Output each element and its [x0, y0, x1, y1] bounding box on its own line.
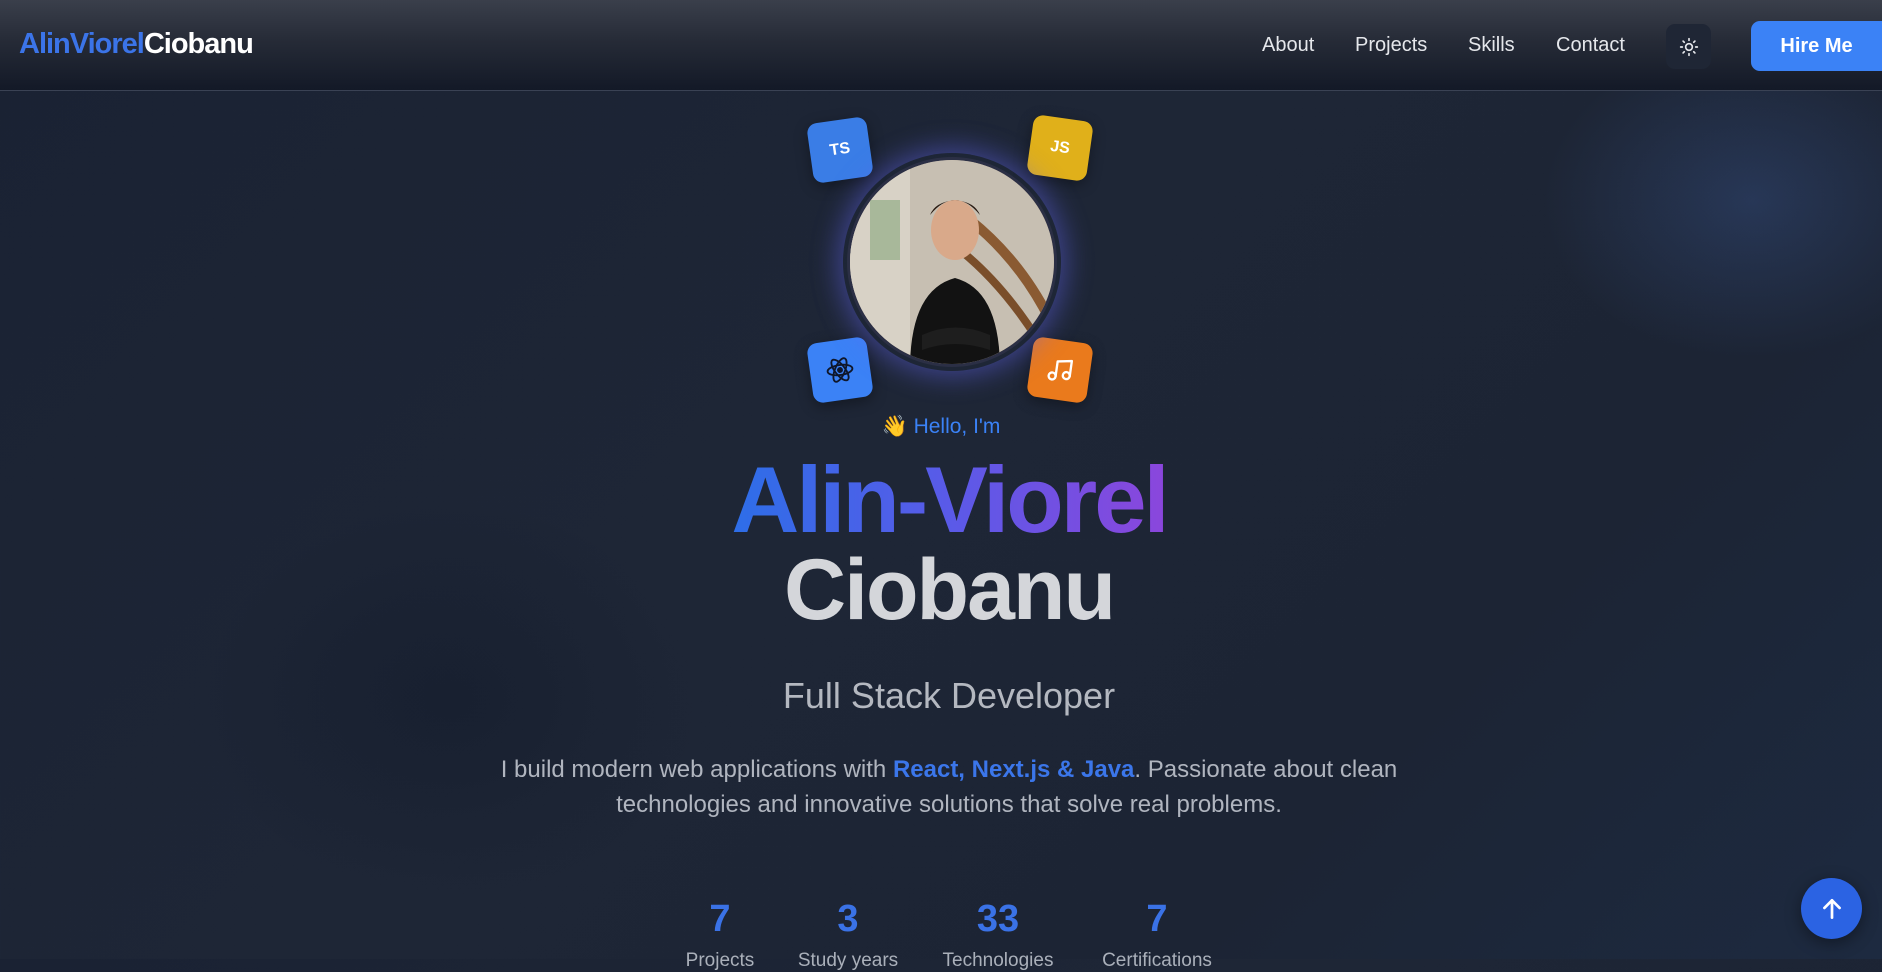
nav-link-contact[interactable]: Contact [1556, 34, 1625, 57]
stat-study-years: 3 Study years [768, 900, 928, 972]
nav-link-about[interactable]: About [1262, 34, 1314, 57]
waving-hand-icon: 👋 [881, 415, 908, 438]
hire-me-button[interactable]: Hire Me [1751, 21, 1882, 71]
stat-label: Study years [797, 950, 899, 971]
typescript-icon: TS [828, 139, 852, 160]
typescript-badge: TS [806, 116, 874, 184]
nav-link-projects[interactable]: Projects [1355, 34, 1427, 57]
profile-portrait [850, 160, 1054, 364]
theme-toggle-button[interactable] [1666, 24, 1711, 69]
hero-first-name: Alin-Viorel [0, 450, 1882, 550]
logo-last-name: Ciobanu [143, 28, 254, 60]
logo-first-name: AlinViorel [19, 28, 145, 60]
desc-text-before: I build modern web applications with [500, 756, 893, 783]
music-badge [1026, 336, 1094, 404]
arrow-up-icon [1822, 898, 1841, 919]
hero-description: I build modern web applications with Rea… [470, 752, 1428, 822]
stat-label: Technologies [942, 950, 1054, 971]
music-icon [1047, 359, 1074, 381]
profile-photo [847, 157, 1057, 367]
react-icon [826, 357, 854, 383]
nav-link-skills[interactable]: Skills [1468, 34, 1515, 57]
scroll-to-top-button[interactable] [1801, 878, 1862, 939]
react-badge [806, 336, 874, 404]
stat-value: 3 [837, 898, 859, 940]
stat-technologies: 33 Technologies [918, 900, 1078, 972]
greeting-text: Hello, I'm [913, 415, 1001, 438]
greeting: 👋 Hello, I'm [0, 415, 1882, 439]
desc-tech-highlight: React, Next.js & Java [892, 756, 1135, 783]
javascript-icon: JS [1049, 137, 1071, 158]
site-logo[interactable]: AlinViorelCiobanu [19, 28, 254, 61]
stat-certifications: 7 Certifications [1077, 900, 1237, 972]
hero-first-name-text: Alin-Viorel [731, 447, 1169, 552]
profile-photo-frame [843, 153, 1061, 371]
hero-last-name: Ciobanu [784, 542, 1116, 638]
stat-value: 33 [976, 898, 1020, 940]
top-navbar: AlinViorelCiobanu About Projects Skills … [0, 0, 1882, 91]
stat-label: Certifications [1102, 950, 1212, 971]
sun-icon [1679, 37, 1698, 56]
javascript-badge: JS [1026, 114, 1094, 182]
stat-value: 7 [1146, 898, 1168, 940]
hero-role: Full Stack Developer [782, 675, 1116, 716]
